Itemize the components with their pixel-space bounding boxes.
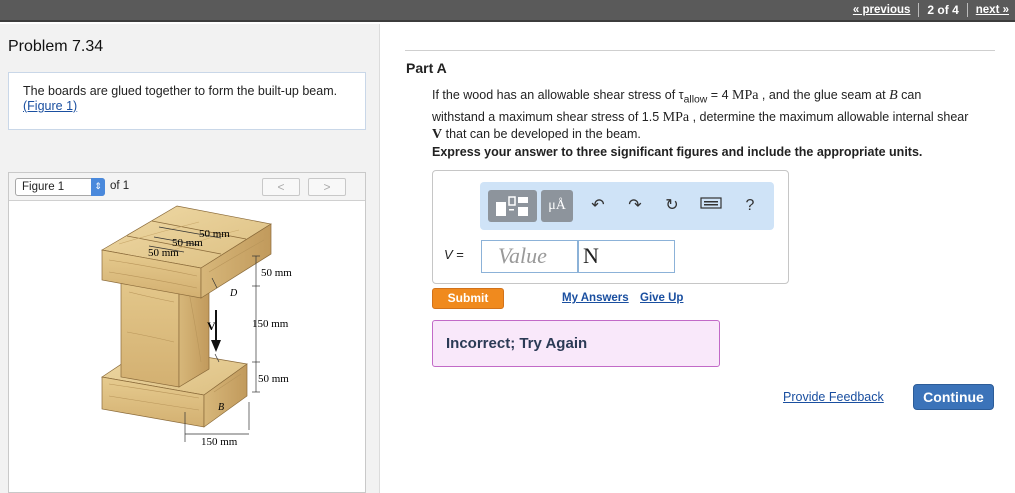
figure-link[interactable]: (Figure 1): [23, 99, 351, 114]
dim-bottom: 150 mm: [201, 436, 238, 448]
question-text-3: , and the glue seam at: [758, 88, 890, 102]
provide-feedback-link[interactable]: Provide Feedback: [783, 390, 884, 404]
unit-input[interactable]: N: [578, 240, 675, 273]
next-figure-button[interactable]: >: [308, 178, 346, 196]
label-v: V: [207, 319, 216, 333]
nav-divider: [918, 3, 920, 17]
templates-button[interactable]: [488, 190, 537, 222]
value-input[interactable]: Value: [481, 240, 578, 273]
dim-top-3: 50 mm: [148, 247, 179, 259]
shear-arrowhead: [211, 340, 221, 352]
problem-intro: The boards are glued together to form th…: [8, 72, 366, 130]
continue-button[interactable]: Continue: [913, 384, 994, 410]
problem-position: 2 of 4: [927, 3, 959, 17]
feedback-message: Incorrect; Try Again: [432, 320, 720, 367]
help-icon[interactable]: ?: [738, 194, 762, 218]
select-arrows-icon: ⇕: [91, 178, 105, 196]
question-panel: Part A If the wood has an allowable shea…: [381, 24, 1015, 493]
templates-icon: [496, 196, 528, 216]
give-up-link[interactable]: Give Up: [640, 292, 683, 304]
question-text-2: = 4: [707, 88, 732, 102]
units-button[interactable]: μÅ: [541, 190, 573, 222]
previous-link[interactable]: « previous: [853, 4, 911, 16]
figure-select[interactable]: Figure 1 ⇕: [15, 178, 105, 196]
part-title: Part A: [406, 60, 447, 76]
answer-label: V =: [444, 247, 464, 262]
dim-right-3: 50 mm: [258, 373, 289, 385]
intro-text: The boards are glued together to form th…: [23, 84, 338, 98]
point-b: B: [889, 88, 898, 103]
figure-panel: Figure 1 ⇕ of 1 < > V 50 mm 50 mm 50 mm …: [8, 172, 366, 493]
top-bar: « previous 2 of 4 next »: [0, 0, 1015, 22]
undo-icon[interactable]: ↶: [586, 194, 610, 218]
prev-figure-button[interactable]: <: [262, 178, 300, 196]
beam-figure: V 50 mm 50 mm 50 mm 50 mm 150 mm 50 mm 1…: [101, 205, 292, 448]
tau-subscript: allow: [683, 94, 708, 106]
divider: [405, 50, 995, 51]
problem-navigation: « previous 2 of 4 next »: [853, 3, 1009, 17]
dim-top-1: 50 mm: [199, 228, 230, 240]
math-toolbar: μÅ ↶ ↷ ↻ ?: [480, 182, 774, 230]
question-text-5: , determine the maximum allowable intern…: [689, 109, 969, 124]
label-d: D: [229, 288, 238, 299]
figure-select-value: Figure 1: [22, 181, 65, 193]
answer-instructions: Express your answer to three significant…: [432, 145, 923, 159]
dim-right-1: 50 mm: [261, 267, 292, 279]
question-text: If the wood has an allowable shear stres…: [432, 87, 977, 143]
nav-divider: [966, 3, 968, 17]
question-text-6: that can be developed in the beam.: [442, 126, 641, 141]
unit-mpa-1: MPa: [732, 88, 759, 103]
next-link[interactable]: next »: [976, 4, 1009, 16]
problem-panel: Problem 7.34 The boards are glued togeth…: [0, 24, 380, 493]
figure-header: Figure 1 ⇕ of 1 < >: [9, 173, 365, 201]
submit-button[interactable]: Submit: [432, 288, 504, 309]
answer-box: μÅ ↶ ↷ ↻ ? V = Value N: [432, 170, 789, 284]
problem-title: Problem 7.34: [8, 38, 104, 55]
shear-v: V: [432, 126, 443, 142]
dim-right-2: 150 mm: [252, 318, 289, 330]
figure-count: of 1: [110, 180, 130, 192]
label-b: B: [218, 402, 224, 413]
top-flange: [101, 205, 272, 299]
reset-icon[interactable]: ↻: [660, 194, 684, 218]
my-answers-link[interactable]: My Answers: [562, 292, 629, 304]
keyboard-icon[interactable]: [699, 194, 723, 218]
redo-icon[interactable]: ↷: [623, 194, 647, 218]
unit-mpa-2: MPa: [662, 109, 690, 125]
question-text-1: If the wood has an allowable shear stres…: [432, 88, 684, 102]
